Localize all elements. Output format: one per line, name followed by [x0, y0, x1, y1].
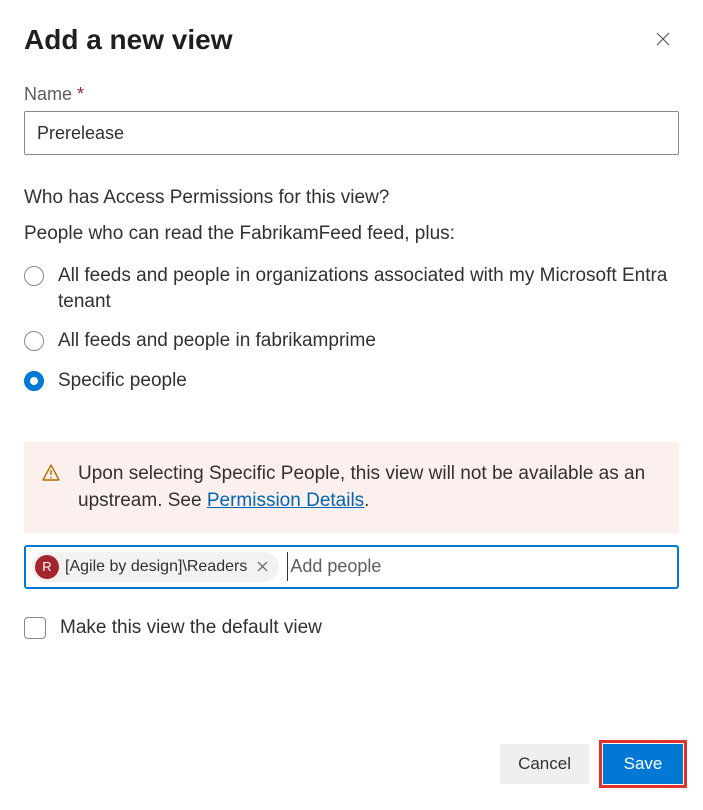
radio-option-entra-tenant[interactable]: All feeds and people in organizations as… [24, 263, 679, 314]
save-button-highlight: Save [599, 740, 687, 788]
close-icon [656, 30, 670, 51]
cancel-button[interactable]: Cancel [500, 744, 589, 784]
radio-icon [24, 371, 44, 391]
dialog-footer: Cancel Save [500, 740, 687, 788]
radio-label: All feeds and people in organizations as… [58, 263, 679, 314]
permission-details-link[interactable]: Permission Details [207, 490, 364, 511]
radio-icon [24, 331, 44, 351]
radio-icon [24, 266, 44, 286]
permissions-radio-group: All feeds and people in organizations as… [24, 263, 679, 394]
info-suffix: . [364, 490, 369, 511]
avatar: R [35, 555, 59, 579]
add-people-input[interactable] [287, 552, 671, 581]
name-field-group: Name * [24, 84, 679, 155]
chip-label: [Agile by design]\Readers [65, 558, 247, 576]
chip-remove-button[interactable] [253, 558, 271, 576]
close-button[interactable] [647, 24, 679, 56]
save-button[interactable]: Save [603, 744, 683, 784]
required-asterisk: * [77, 84, 84, 104]
warning-icon [42, 464, 60, 482]
radio-label: All feeds and people in fabrikamprime [58, 328, 376, 354]
dialog-header: Add a new view [24, 24, 679, 56]
name-input[interactable] [24, 111, 679, 155]
default-view-label: Make this view the default view [60, 617, 322, 639]
name-label: Name * [24, 84, 679, 105]
people-picker[interactable]: R [Agile by design]\Readers [24, 545, 679, 589]
permissions-question: Who has Access Permissions for this view… [24, 187, 679, 209]
name-label-text: Name [24, 84, 72, 104]
radio-option-specific-people[interactable]: Specific people [24, 368, 679, 394]
radio-option-fabrikamprime[interactable]: All feeds and people in fabrikamprime [24, 328, 679, 354]
radio-label: Specific people [58, 368, 187, 394]
dialog-title: Add a new view [24, 24, 233, 56]
permissions-subtitle: People who can read the FabrikamFeed fee… [24, 223, 679, 245]
info-banner: Upon selecting Specific People, this vie… [24, 442, 679, 533]
remove-icon [257, 559, 268, 575]
people-chip: R [Agile by design]\Readers [32, 552, 279, 582]
default-view-checkbox-row[interactable]: Make this view the default view [24, 617, 679, 639]
checkbox-icon [24, 617, 46, 639]
info-text: Upon selecting Specific People, this vie… [78, 460, 657, 515]
